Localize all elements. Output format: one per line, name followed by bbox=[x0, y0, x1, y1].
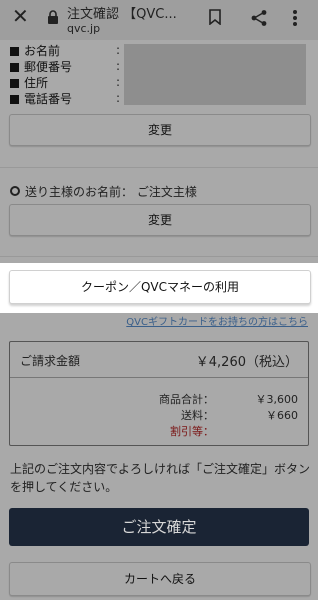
info-name-label: お名前 bbox=[10, 43, 60, 59]
bookmark-icon[interactable] bbox=[208, 9, 222, 29]
more-menu-icon[interactable] bbox=[292, 9, 298, 31]
billing-total: ￥4,260（税込） bbox=[195, 355, 298, 370]
redacted-customer-info bbox=[124, 44, 306, 105]
back-to-cart-button[interactable]: カートへ戻る bbox=[9, 562, 311, 596]
page-domain: qvc.jp bbox=[67, 22, 101, 35]
page-title: 注文確認 【QVC... bbox=[67, 7, 177, 22]
bullet-square-icon bbox=[10, 79, 19, 88]
coupon-highlight: クーポン／QVCマネーの利用 bbox=[0, 263, 318, 313]
confirm-instructions: 上記のご注文内容でよろしければ「ご注文確定」ボタンを押してください。 bbox=[10, 462, 311, 494]
billing-summary: ご請求金額 ￥4,260（税込） 商品合計： ￥3,600 送料： ￥660 割… bbox=[9, 341, 309, 446]
info-postal-label: 郵便番号 bbox=[10, 59, 72, 75]
coupon-qvc-money-button[interactable]: クーポン／QVCマネーの利用 bbox=[9, 270, 311, 304]
lock-icon bbox=[47, 9, 59, 28]
info-colon: : bbox=[116, 43, 121, 57]
close-icon[interactable]: ✕ bbox=[12, 6, 29, 26]
subtotal-label: 商品合計： bbox=[159, 393, 214, 406]
gift-card-link[interactable]: QVCギフトカードをお持ちの方はこちら bbox=[126, 313, 308, 328]
info-colon: : bbox=[116, 59, 121, 73]
subtotal-value: ￥3,600 bbox=[255, 393, 299, 406]
confirm-order-button[interactable]: ご注文確定 bbox=[9, 508, 309, 546]
info-phone-label: 電話番号 bbox=[10, 91, 72, 107]
section-divider bbox=[0, 256, 318, 257]
billing-separator bbox=[10, 377, 308, 378]
sender-name-row: 送り主様のお名前： ご注文主様 bbox=[10, 183, 197, 200]
browser-toolbar: ✕ 注文確認 【QVC... qvc.jp bbox=[0, 0, 318, 40]
info-colon: : bbox=[116, 75, 121, 89]
radio-circle-icon bbox=[10, 186, 20, 196]
discount-label: 割引等： bbox=[170, 425, 214, 438]
bullet-square-icon bbox=[10, 63, 19, 72]
share-icon[interactable] bbox=[250, 9, 268, 31]
shipping-label: 送料： bbox=[181, 409, 214, 422]
info-address-label: 住所 bbox=[10, 75, 48, 91]
billing-title: ご請求金額 bbox=[20, 354, 81, 368]
change-customer-info-button[interactable]: 変更 bbox=[9, 114, 311, 146]
section-divider bbox=[0, 167, 318, 168]
bullet-square-icon bbox=[10, 47, 19, 56]
info-colon: : bbox=[116, 91, 121, 105]
shipping-value: ￥660 bbox=[266, 409, 298, 422]
change-sender-button[interactable]: 変更 bbox=[9, 204, 311, 236]
bullet-square-icon bbox=[10, 95, 19, 104]
